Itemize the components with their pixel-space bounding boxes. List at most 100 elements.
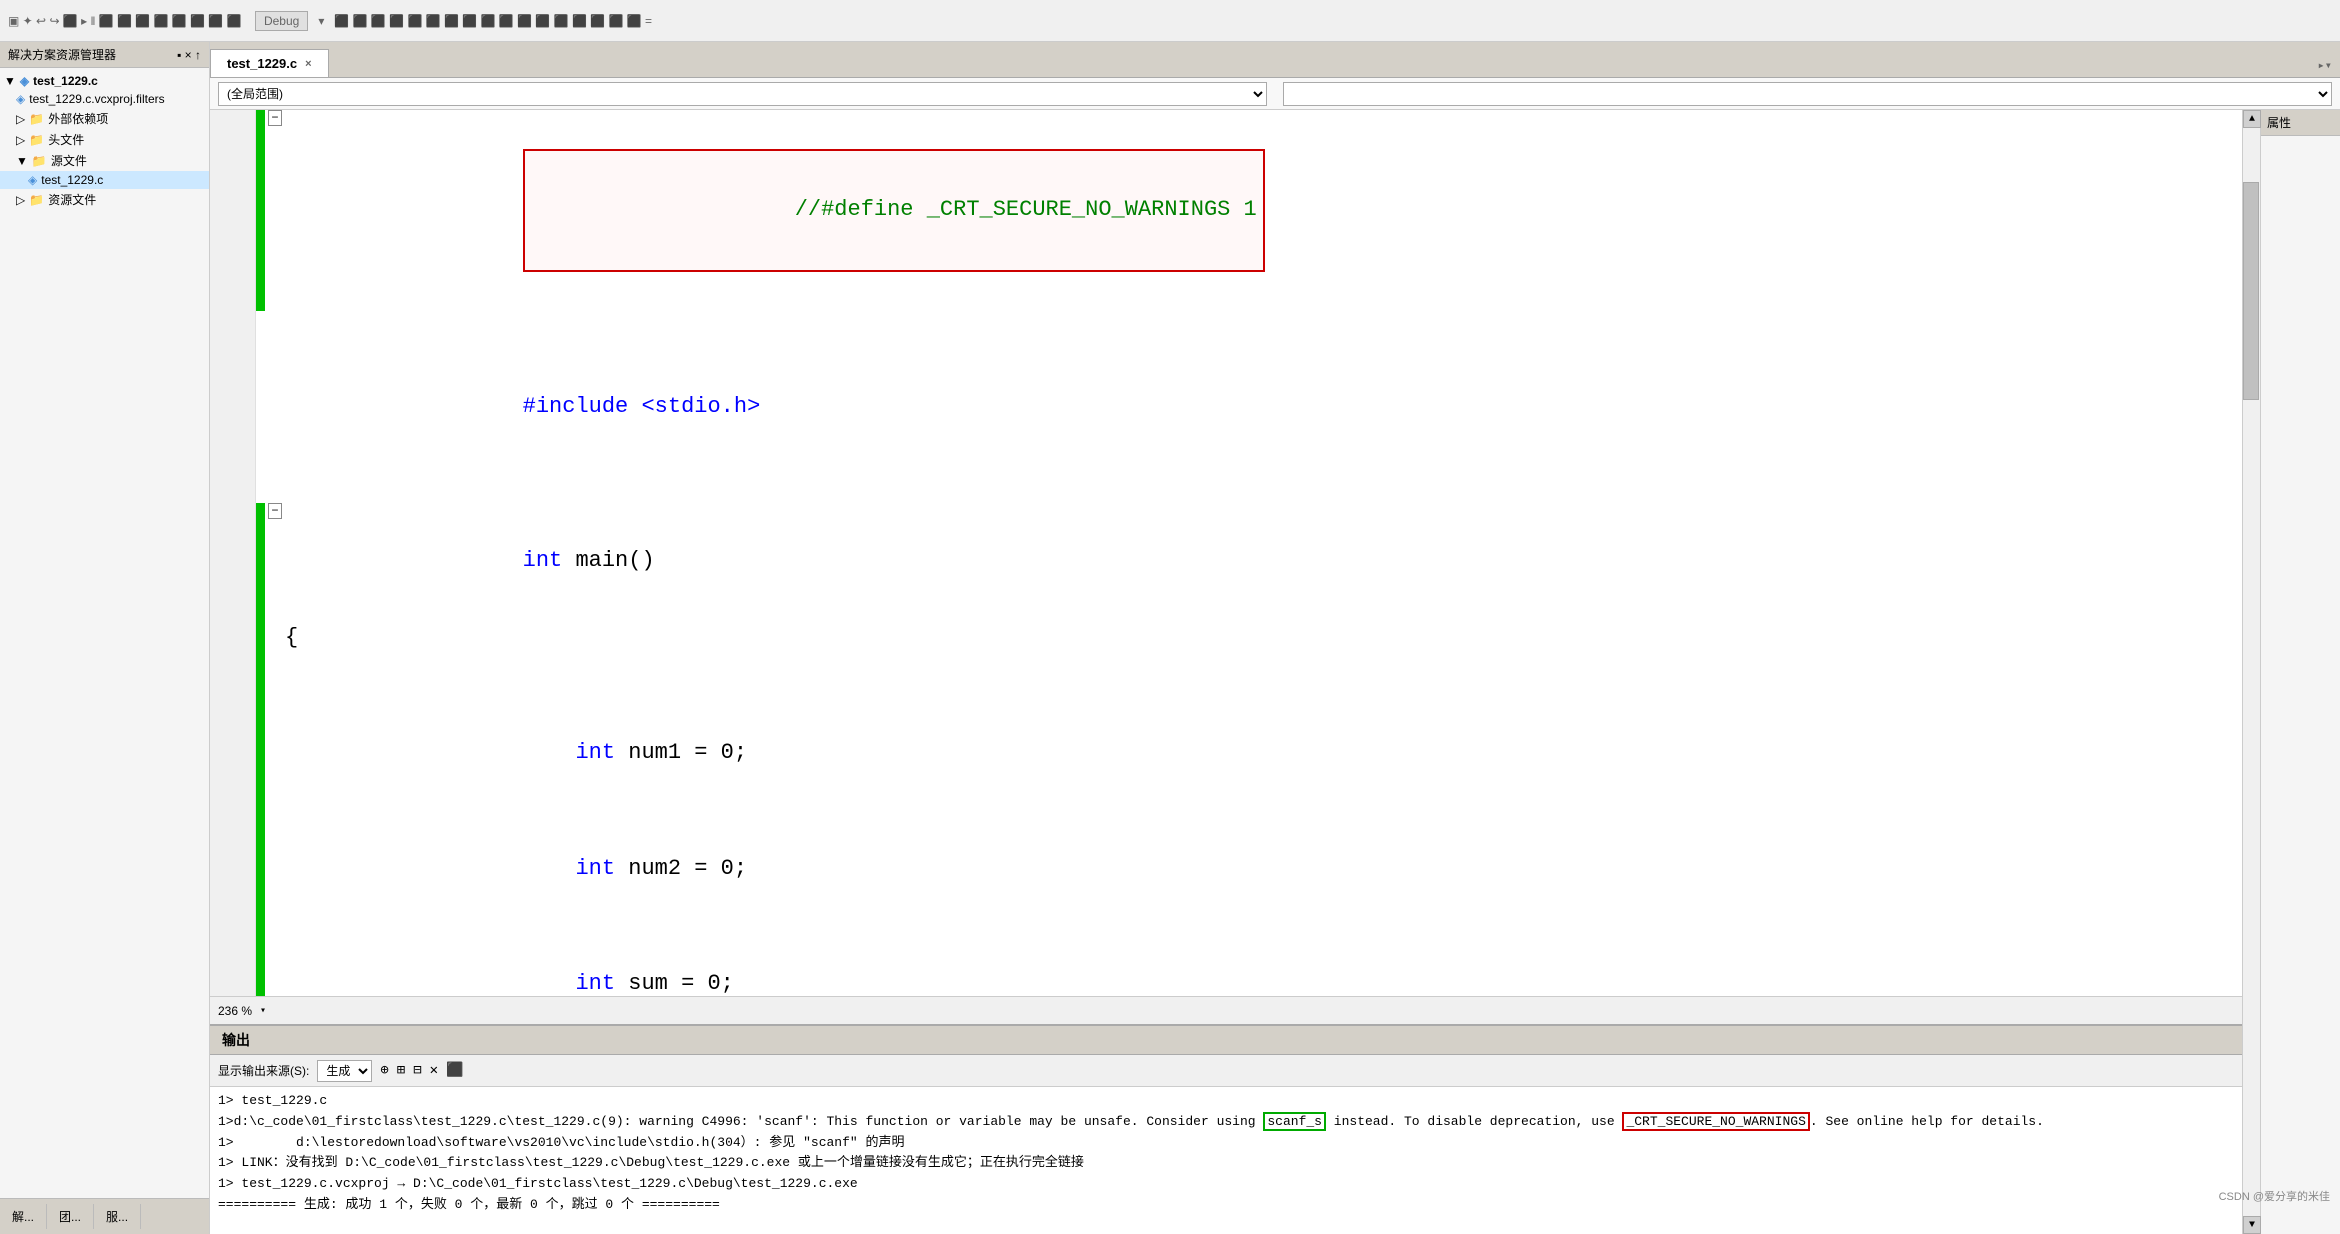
toolbar: ▣ ✦ ↩ ↪ ⬛ ▸ ‖ ⬛ ⬛ ⬛ ⬛ ⬛ ⬛ ⬛ ⬛ Debug ▾ ⬛ … [0, 0, 2340, 42]
sidebar-item-headers[interactable]: ▷ 📁 头文件 [0, 129, 209, 150]
collapse-1[interactable]: − [265, 110, 285, 311]
green-bar-8 [255, 696, 265, 812]
root-file-icon: ◈ [20, 74, 29, 88]
line-number-7 [210, 657, 255, 696]
folder-icon-resources: 📁 [29, 193, 44, 207]
code-int-kw: int [523, 548, 563, 573]
code-cell-9: int num2 = 0; [285, 811, 2242, 927]
scope-select-secondary[interactable] [1283, 82, 2332, 106]
collapse-9 [265, 811, 285, 927]
sidebar-tab-solution[interactable]: 解... [0, 1204, 47, 1229]
sidebar-item-external[interactable]: ▷ 📁 外部依赖项 [0, 108, 209, 129]
sidebar-item-vcxproj[interactable]: ◈ test_1229.c.vcxproj.filters [0, 90, 209, 108]
output-toolbar: 显示输出来源(S): 生成 ⊕ ⊞ ⊟ ✕ ⬛ [210, 1055, 2242, 1087]
green-bar-1 [255, 110, 265, 311]
scroll-thumb[interactable] [2243, 182, 2259, 400]
output-toolbar-icon-5[interactable]: ⬛ [446, 1062, 463, 1079]
sidebar-root-label: test_1229.c [33, 74, 98, 88]
code-comment-define: //#define _CRT_SECURE_NO_WARNINGS 1 [795, 197, 1257, 222]
sidebar-item-resources[interactable]: ▷ 📁 资源文件 [0, 189, 209, 210]
output-line-2: 1>d:\c_code\01_firstclass\test_1229.c\te… [218, 1112, 2234, 1133]
code-area-wrapper: − //#define _CRT_SECURE_NO_WARNINGS 1 [210, 110, 2340, 1234]
debug-label[interactable]: Debug [255, 11, 308, 31]
watermark: CSDN @爱分享的米佳 [2219, 1188, 2330, 1204]
collapse-6 [265, 619, 285, 658]
scope-select[interactable]: (全局范围) [218, 82, 1267, 106]
code-num1-decl: num1 = 0; [628, 740, 747, 765]
output-line-6: ========== 生成: 成功 1 个，失败 0 个，最新 0 个，跳过 0… [218, 1195, 2234, 1216]
collapse-4 [265, 465, 285, 504]
folder-icon-headers: 📁 [29, 133, 44, 147]
code-int3-kw: int [575, 971, 615, 996]
output-line-5: 1> test_1229.c.vcxproj → D:\C_code\01_fi… [218, 1174, 2234, 1195]
code-line-2 [210, 311, 2242, 350]
code-include-kw: #include [523, 394, 629, 419]
zoom-dropdown-icon[interactable]: ▾ [260, 1005, 266, 1017]
code-cell-1: //#define _CRT_SECURE_NO_WARNINGS 1 [285, 110, 2242, 311]
code-cell-2 [285, 311, 2242, 350]
sidebar-tab-team[interactable]: 团... [47, 1204, 94, 1229]
tab-label: test_1229.c [227, 56, 297, 71]
toggle-external: ▷ [16, 112, 25, 126]
output-source-select[interactable]: 生成 [317, 1060, 372, 1082]
output-toolbar-icon-1[interactable]: ⊕ [380, 1062, 388, 1079]
tab-close-button[interactable]: × [305, 58, 311, 70]
sidebar-item-sources[interactable]: ▼ 📁 源文件 [0, 150, 209, 171]
editor-scrollable[interactable]: − //#define _CRT_SECURE_NO_WARNINGS 1 [210, 110, 2242, 996]
collapse-5[interactable]: − [265, 503, 285, 619]
sidebar-root-item[interactable]: ▼ ◈ test_1229.c [0, 72, 209, 90]
green-bar-6 [255, 619, 265, 658]
code-line-8: int num1 = 0; [210, 696, 2242, 812]
sidebar-item-label-external: 外部依赖项 [48, 110, 108, 127]
sidebar-header: 解决方案资源管理器 ▪ × ↑ [0, 42, 209, 68]
sidebar-tree[interactable]: ▼ ◈ test_1229.c ◈ test_1229.c.vcxproj.fi… [0, 68, 209, 1198]
green-bar-9 [255, 811, 265, 927]
zoom-value: 236 % [218, 1004, 252, 1018]
sidebar-item-label-vcxproj: test_1229.c.vcxproj.filters [29, 92, 164, 106]
code-open-brace: { [285, 625, 298, 650]
file-icon-vcxproj: ◈ [16, 92, 25, 106]
sidebar-item-label-sources: 源文件 [51, 152, 87, 169]
code-cell-5: int main() [285, 503, 2242, 619]
output-panel: 输出 显示输出来源(S): 生成 ⊕ ⊞ ⊟ ✕ ⬛ 1> test_1229.… [210, 1024, 2242, 1234]
code-main-fn: main() [575, 548, 654, 573]
output-line-1: 1> test_1229.c [218, 1091, 2234, 1112]
scroll-track[interactable] [2243, 128, 2260, 1216]
collapse-7 [265, 657, 285, 696]
line-number-5 [210, 503, 255, 619]
output-toolbar-icon-3[interactable]: ⊟ [413, 1062, 421, 1079]
line-number-4 [210, 465, 255, 504]
sidebar-item-label-resources: 资源文件 [48, 191, 96, 208]
output-toolbar-icon-4[interactable]: ✕ [430, 1062, 438, 1079]
output-toolbar-icon-2[interactable]: ⊞ [397, 1062, 405, 1079]
collapse-2 [265, 311, 285, 350]
line-number-10 [210, 927, 255, 997]
tab-main-file[interactable]: test_1229.c × [210, 49, 329, 77]
collapse-3 [265, 349, 285, 465]
tab-bar: test_1229.c × ▸▾ [210, 42, 2340, 78]
code-include-header: <stdio.h> [641, 394, 760, 419]
code-cell-10: int sum = 0; [285, 927, 2242, 997]
line-number-9 [210, 811, 255, 927]
output-content: 1> test_1229.c 1>d:\c_code\01_firstclass… [210, 1087, 2242, 1234]
scanf-s-highlight: scanf_s [1263, 1112, 1326, 1131]
line-number-8 [210, 696, 255, 812]
green-bar-7 [255, 657, 265, 696]
green-bar-4 [255, 465, 265, 504]
sidebar-item-main-file[interactable]: ◈ test_1229.c [0, 171, 209, 189]
output-header: 输出 [210, 1026, 2242, 1055]
output-line-3: 1> d:\lestoredownload\software\vs2010\vc… [218, 1133, 2234, 1154]
toggle-headers: ▷ [16, 133, 25, 147]
green-bar-5 [255, 503, 265, 619]
scroll-up-btn[interactable]: ▲ [2243, 110, 2261, 128]
scroll-down-btn[interactable]: ▼ [2243, 1216, 2261, 1234]
code-cell-6: { [285, 619, 2242, 658]
editor-main: − //#define _CRT_SECURE_NO_WARNINGS 1 [210, 110, 2242, 1234]
sidebar-item-label-main: test_1229.c [41, 173, 103, 187]
collapse-8 [265, 696, 285, 812]
attribute-panel: 属性 [2260, 110, 2340, 1234]
sidebar-tab-service[interactable]: 服... [94, 1204, 141, 1229]
scope-bar: (全局范围) [210, 78, 2340, 110]
vertical-scrollbar[interactable]: ▲ ▼ [2242, 110, 2260, 1234]
code-int1-kw: int [575, 740, 615, 765]
